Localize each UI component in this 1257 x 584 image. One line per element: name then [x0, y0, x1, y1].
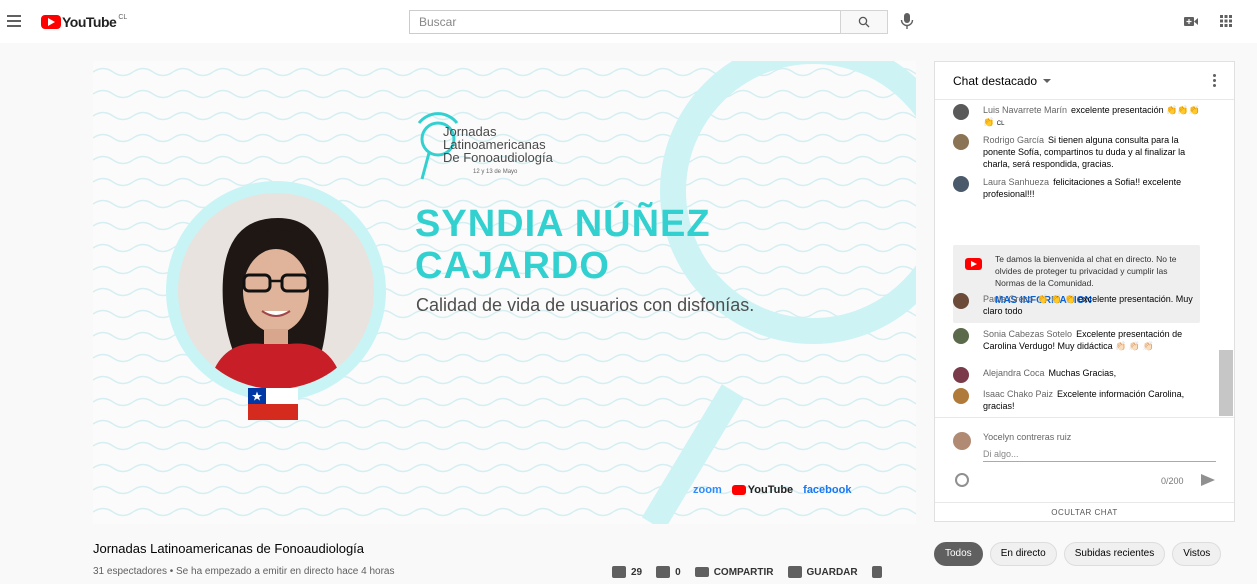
youtube-play-icon: [41, 15, 61, 29]
chat-header: Chat destacado: [935, 62, 1234, 100]
search-input[interactable]: [409, 10, 840, 34]
avatar[interactable]: [953, 328, 969, 344]
chat-composer: Yocelyn contreras ruiz 0/200: [935, 417, 1234, 501]
youtube-logo[interactable]: YouTube CL: [41, 14, 127, 30]
filter-chips: Todos En directo Subidas recientes Visto…: [934, 542, 1222, 566]
event-title: Jornadas Latinoamericanas De Fonoaudiolo…: [443, 125, 553, 164]
chat-author[interactable]: Sonia Cabezas Sotelo: [983, 329, 1072, 339]
chat-author[interactable]: Isaac Chako Paiz: [983, 389, 1053, 399]
report-button[interactable]: [871, 566, 882, 578]
playlist-add-icon: [787, 566, 802, 578]
hide-chat-button[interactable]: OCULTAR CHAT: [935, 502, 1234, 522]
share-label: COMPARTIR: [713, 566, 774, 578]
brand-logos: zoom YouTube facebook: [693, 484, 851, 496]
share-button[interactable]: COMPARTIR: [694, 566, 774, 578]
chile-flag-icon: [248, 388, 298, 420]
chip-live[interactable]: En directo: [989, 542, 1057, 566]
avatar[interactable]: [953, 104, 969, 120]
avatar[interactable]: [953, 176, 969, 192]
video-player[interactable]: Jornadas Latinoamericanas De Fonoaudiolo…: [93, 61, 916, 524]
chat-message: Luis Navarrete Marín excelente presentaci…: [953, 104, 1203, 130]
chat-message: Rodrigo García Si tienen alguna consulta …: [953, 134, 1203, 170]
chat-text: Muchas Gracias,: [1048, 368, 1117, 378]
dislike-button[interactable]: 0: [656, 566, 681, 578]
event-date: 12 y 13 de Mayo: [473, 169, 518, 175]
flag-icon: [871, 566, 882, 578]
facebook-logo: facebook: [803, 484, 852, 496]
send-icon[interactable]: [1201, 474, 1215, 486]
chat-author[interactable]: Laura Sanhueza: [983, 177, 1049, 187]
speaker-name-line: CAJARDO: [415, 245, 610, 287]
speaker-portrait: [166, 181, 386, 401]
chip-all[interactable]: Todos: [934, 542, 983, 566]
emoji-icon[interactable]: [955, 473, 969, 487]
youtube-icon: [965, 258, 982, 270]
avatar: [953, 432, 971, 450]
more-options-icon[interactable]: [1213, 74, 1216, 89]
chat-input[interactable]: [983, 446, 1216, 462]
search-bar: [409, 10, 888, 34]
country-code: CL: [118, 14, 128, 21]
speaker-photo: [178, 193, 374, 389]
chip-recent-uploads[interactable]: Subidas recientes: [1063, 542, 1166, 566]
share-icon: [694, 567, 709, 577]
dislike-count: 0: [675, 566, 681, 578]
thumb-up-icon: [612, 566, 626, 578]
avatar[interactable]: [953, 367, 969, 383]
event-title-line: De Fonoaudiología: [443, 150, 553, 165]
char-counter: 0/200: [1161, 476, 1184, 486]
video-meta: 31 espectadores • Se ha empezado a emiti…: [93, 566, 395, 577]
chat-message: Paula Greco 👏 👏 👏 excelente presentación.…: [953, 293, 1203, 317]
youtube-brand-text: YouTube: [747, 484, 794, 496]
save-button[interactable]: GUARDAR: [787, 566, 858, 578]
chip-watched[interactable]: Vistos: [1172, 542, 1222, 566]
chat-author[interactable]: Paula Greco: [983, 294, 1033, 304]
search-icon: [858, 16, 870, 28]
video-actions: 29 0 COMPARTIR GUARDAR: [612, 566, 896, 578]
save-label: GUARDAR: [806, 566, 858, 578]
current-user-name: Yocelyn contreras ruiz: [983, 432, 1072, 442]
avatar[interactable]: [953, 134, 969, 150]
speaker-name-line: SYNDIA NÚÑEZ: [415, 203, 711, 245]
top-bar: YouTube CL: [0, 0, 1257, 43]
talk-title: Calidad de vida de usuarios con disfonía…: [416, 295, 755, 315]
chat-message: Isaac Chako Paiz Excelente información Ca…: [953, 388, 1203, 412]
logo-text: YouTube: [62, 14, 117, 30]
chat-message: Alejandra Coca Muchas Gracias,: [953, 367, 1203, 383]
like-count: 29: [631, 566, 643, 578]
speaker-name: SYNDIA NÚÑEZ CAJARDO: [415, 203, 711, 287]
chat-message: Sonia Cabezas Sotelo Excelente presentaci…: [953, 328, 1203, 352]
welcome-text: Te damos la bienvenida al chat en direct…: [995, 254, 1177, 288]
mic-icon[interactable]: [900, 13, 914, 29]
chat-mode-label: Chat destacado: [953, 74, 1038, 88]
youtube-brand: YouTube: [731, 484, 794, 496]
zoom-logo: zoom: [693, 484, 722, 496]
caret-down-icon: [1043, 79, 1052, 83]
live-chat-panel: Chat destacado Luis Navarrete Marín excel…: [934, 61, 1235, 522]
thumb-down-icon: [656, 566, 671, 578]
like-button[interactable]: 29: [612, 566, 642, 578]
youtube-brand-icon: [731, 485, 746, 495]
search-button[interactable]: [840, 10, 888, 34]
chat-author[interactable]: Alejandra Coca: [983, 368, 1045, 378]
avatar[interactable]: [953, 293, 969, 309]
chat-author[interactable]: Luis Navarrete Marín: [983, 105, 1067, 115]
avatar[interactable]: [953, 388, 969, 404]
video-title: Jornadas Latinoamericanas de Fonoaudiolo…: [93, 541, 365, 556]
chat-messages: Luis Navarrete Marín excelente presentaci…: [935, 100, 1234, 416]
chat-scrollbar[interactable]: [1219, 350, 1233, 416]
chat-badge: CL: [996, 121, 1005, 127]
create-video-icon[interactable]: [1184, 16, 1198, 27]
apps-icon[interactable]: [1220, 15, 1232, 27]
menu-icon[interactable]: [7, 15, 21, 27]
chat-mode-selector[interactable]: Chat destacado: [953, 74, 1052, 88]
chat-author[interactable]: Rodrigo García: [983, 135, 1044, 145]
chat-message: Laura Sanhueza felicitaciones a Sofia!! e…: [953, 176, 1203, 200]
speaker-photo-illustration: [208, 218, 344, 389]
